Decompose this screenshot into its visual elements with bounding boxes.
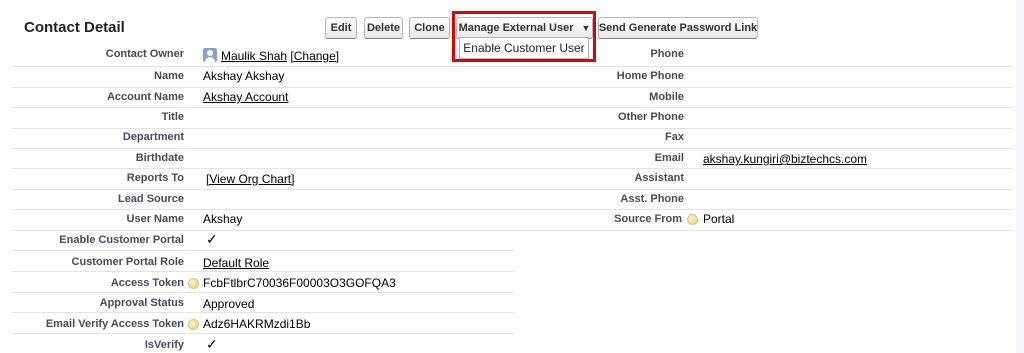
home-phone-label: Home Phone <box>616 70 684 82</box>
source-from-value: Portal <box>703 212 735 226</box>
delete-button[interactable]: Delete <box>364 17 403 39</box>
row-divider <box>12 209 1013 210</box>
name-label: Name <box>154 70 184 82</box>
row-divider <box>12 168 1013 169</box>
is-verify-check-icon: ✓ <box>206 336 218 352</box>
access-token-label: Access Token <box>110 277 184 289</box>
email-link[interactable]: akshay.kungiri@biztechcs.com <box>703 152 867 166</box>
access-token-value: FcbFtlbrC70036F00003O3GOFQA3 <box>203 276 396 290</box>
phone-label: Phone <box>650 48 684 60</box>
row-divider <box>12 271 514 272</box>
edit-button[interactable]: Edit <box>325 17 357 39</box>
help-info-icon[interactable] <box>687 214 698 225</box>
customer-portal-role-label: Customer Portal Role <box>71 256 184 268</box>
row-divider <box>12 230 1013 231</box>
view-org-chart-link[interactable]: [View Org Chart] <box>206 172 294 186</box>
highlight-box <box>452 11 596 62</box>
email-verify-access-token-label: Email Verify Access Token <box>45 318 184 330</box>
email-label: Email <box>654 152 684 164</box>
row-divider <box>12 128 1013 129</box>
mobile-label: Mobile <box>649 91 684 103</box>
approval-status-value: Approved <box>203 297 255 311</box>
contact-owner-value: Maulik Shah [Change] <box>221 49 339 63</box>
lead-source-label: Lead Source <box>117 193 184 205</box>
source-from-label: Source From <box>614 213 682 225</box>
row-divider <box>12 312 514 313</box>
assistant-label: Assistant <box>634 172 684 184</box>
section-title: Contact Detail <box>24 19 125 36</box>
user-name-label: User Name <box>126 213 184 225</box>
birthdate-label: Birthdate <box>135 152 184 164</box>
clone-button[interactable]: Clone <box>409 17 450 39</box>
enable-customer-portal-label: Enable Customer Portal <box>59 234 184 246</box>
email-verify-access-token-value: Adz6HAKRMzdi1Bb <box>203 317 311 331</box>
reports-to-label: Reports To <box>126 172 184 184</box>
enable-customer-portal-check-icon: ✓ <box>206 231 218 247</box>
row-divider <box>12 333 514 334</box>
contact-owner-link[interactable]: Maulik Shah <box>221 49 287 63</box>
help-info-icon[interactable] <box>188 319 199 330</box>
row-divider <box>12 148 1013 149</box>
approval-status-label: Approval Status <box>99 297 184 309</box>
row-divider <box>12 250 514 251</box>
fax-label: Fax <box>665 131 684 143</box>
title-label: Title <box>161 111 184 123</box>
other-phone-label: Other Phone <box>617 111 684 123</box>
row-divider <box>12 87 1013 88</box>
row-divider <box>12 107 1013 108</box>
row-divider <box>12 189 1013 190</box>
is-verify-label: IsVerify <box>144 339 184 351</box>
account-name-link[interactable]: Akshay Account <box>203 90 288 104</box>
department-label: Department <box>122 131 184 143</box>
help-info-icon[interactable] <box>188 278 199 289</box>
customer-portal-role-link[interactable]: Default Role <box>203 256 269 270</box>
contact-owner-label: Contact Owner <box>105 48 184 60</box>
row-divider <box>12 292 514 293</box>
user-avatar-icon <box>203 48 217 62</box>
user-name-value: Akshay <box>203 212 243 226</box>
row-divider <box>12 66 1013 67</box>
account-name-label: Account Name <box>106 91 184 103</box>
asst-phone-label: Asst. Phone <box>620 193 684 205</box>
send-password-link-button[interactable]: Send Generate Password Link <box>598 17 758 39</box>
name-value: Akshay Akshay <box>203 69 285 83</box>
page-background <box>1016 0 1024 353</box>
change-owner-link[interactable]: [Change] <box>290 49 339 63</box>
